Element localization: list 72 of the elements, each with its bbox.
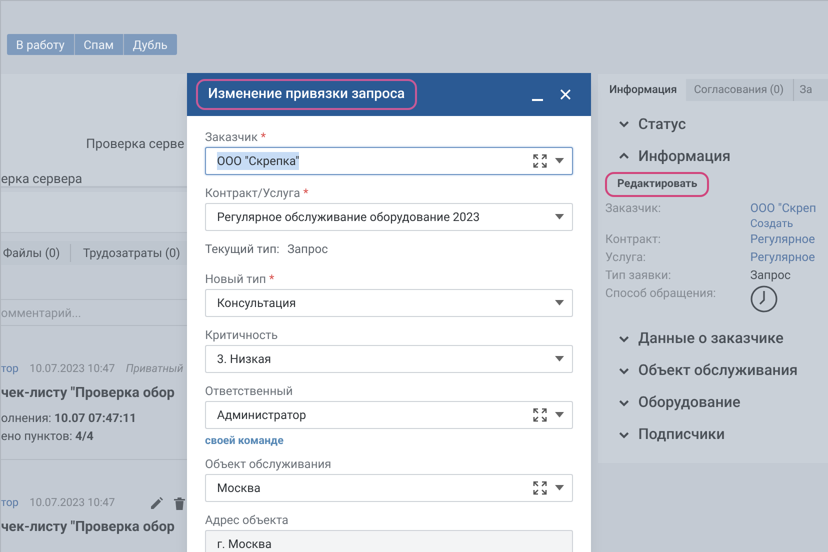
trash-icon — [174, 496, 185, 510]
comment-title: чек-листу "Проверка обор — [1, 384, 175, 403]
required-mark: * — [303, 185, 308, 202]
section-title: Данные о заказчике — [638, 328, 784, 350]
select-field[interactable]: ООО "Скрепка" — [205, 147, 573, 175]
request-description: ерка сервера — [1, 171, 82, 189]
section-title: Оборудование — [638, 392, 740, 414]
field-label: Текущий тип: — [205, 241, 280, 258]
select-field[interactable]: Консультация — [205, 289, 573, 317]
caret-icon — [555, 412, 564, 418]
caret-icon — [555, 484, 564, 490]
field-label: Заказчик — [205, 129, 258, 146]
select-field[interactable]: Регулярное обслуживание оборудование 2023 — [205, 203, 573, 231]
field-label: Способ обращения: — [605, 284, 717, 302]
clock-icon — [750, 284, 778, 312]
section-title: Подписчики — [638, 424, 725, 446]
field-label: Ответственный — [205, 383, 293, 400]
field-link[interactable]: ООО "Скреп — [750, 198, 828, 216]
address-field[interactable]: г. Москва — [205, 530, 573, 552]
field-label: Объект обслуживания — [205, 456, 332, 472]
pencil-icon — [150, 496, 163, 510]
section-title: Информация — [638, 146, 731, 167]
expand-icon — [533, 154, 547, 168]
create-link[interactable]: Создать — [750, 216, 828, 230]
caret-icon — [555, 356, 564, 362]
expand-icon — [533, 480, 547, 494]
select-field[interactable]: 3. Низкая — [205, 345, 573, 373]
private-label: Приватный — [126, 360, 184, 377]
field-value: Запрос — [750, 266, 792, 284]
comment-time: 10.07.2023 10:47 — [30, 360, 115, 377]
field-label: Адрес объекта — [205, 512, 288, 528]
section-header[interactable]: Оборудование — [618, 386, 828, 418]
required-mark: * — [269, 271, 274, 288]
side-tab[interactable]: За — [796, 79, 822, 101]
section-title: Объект обслуживания — [638, 360, 798, 382]
comment-time: 10.07.2023 10:47 — [30, 494, 115, 511]
field-label: Услуга: — [605, 248, 647, 266]
section-header[interactable]: Данные о заказчике — [618, 322, 828, 354]
field-value: Запрос — [287, 241, 328, 258]
field-label: Критичность — [205, 327, 278, 344]
tab[interactable]: Файлы (0) — [1, 244, 71, 262]
expand-icon — [533, 408, 547, 422]
section-header[interactable]: Информация — [618, 140, 828, 172]
section-header[interactable]: Статус — [618, 108, 828, 140]
required-mark: * — [260, 129, 266, 146]
side-tab[interactable]: Информация — [606, 79, 686, 101]
field-label: Контракт/Услуга — [205, 185, 300, 202]
select-field[interactable]: Администратор — [205, 401, 573, 429]
request-subject: Проверка серве — [86, 136, 184, 154]
section-title: Статус — [638, 114, 686, 135]
caret-icon — [555, 300, 564, 306]
side-tab[interactable]: Согласования (0) — [686, 79, 794, 101]
section-header[interactable]: Подписчики — [618, 418, 828, 450]
author-link[interactable]: тор — [1, 494, 19, 512]
caret-icon — [555, 214, 564, 220]
field-label: Заказчик: — [605, 200, 662, 216]
select-field[interactable]: Москва — [205, 474, 573, 502]
edit-link[interactable]: Редактировать — [605, 172, 710, 196]
team-link[interactable]: своей команде — [205, 433, 284, 450]
author-link[interactable]: тор — [1, 360, 19, 378]
field-label: Тип заявки: — [605, 266, 672, 284]
section-header[interactable]: Объект обслуживания — [618, 354, 828, 386]
comment-line: ено пунктов: 4/4 — [1, 428, 94, 445]
field-label: Контракт: — [605, 230, 662, 248]
field-link[interactable]: Регулярное — [750, 248, 828, 266]
comment-title: чек-листу "Проверка обор — [1, 518, 175, 537]
field-label: Новый тип — [205, 271, 266, 288]
caret-icon — [555, 158, 564, 164]
field-link[interactable]: Регулярное — [750, 230, 828, 248]
close-icon — [560, 89, 571, 100]
dialog-title: Изменение привязки запроса — [196, 79, 417, 110]
comment-line: олнения: 10.07 07:47:11 — [1, 410, 136, 427]
